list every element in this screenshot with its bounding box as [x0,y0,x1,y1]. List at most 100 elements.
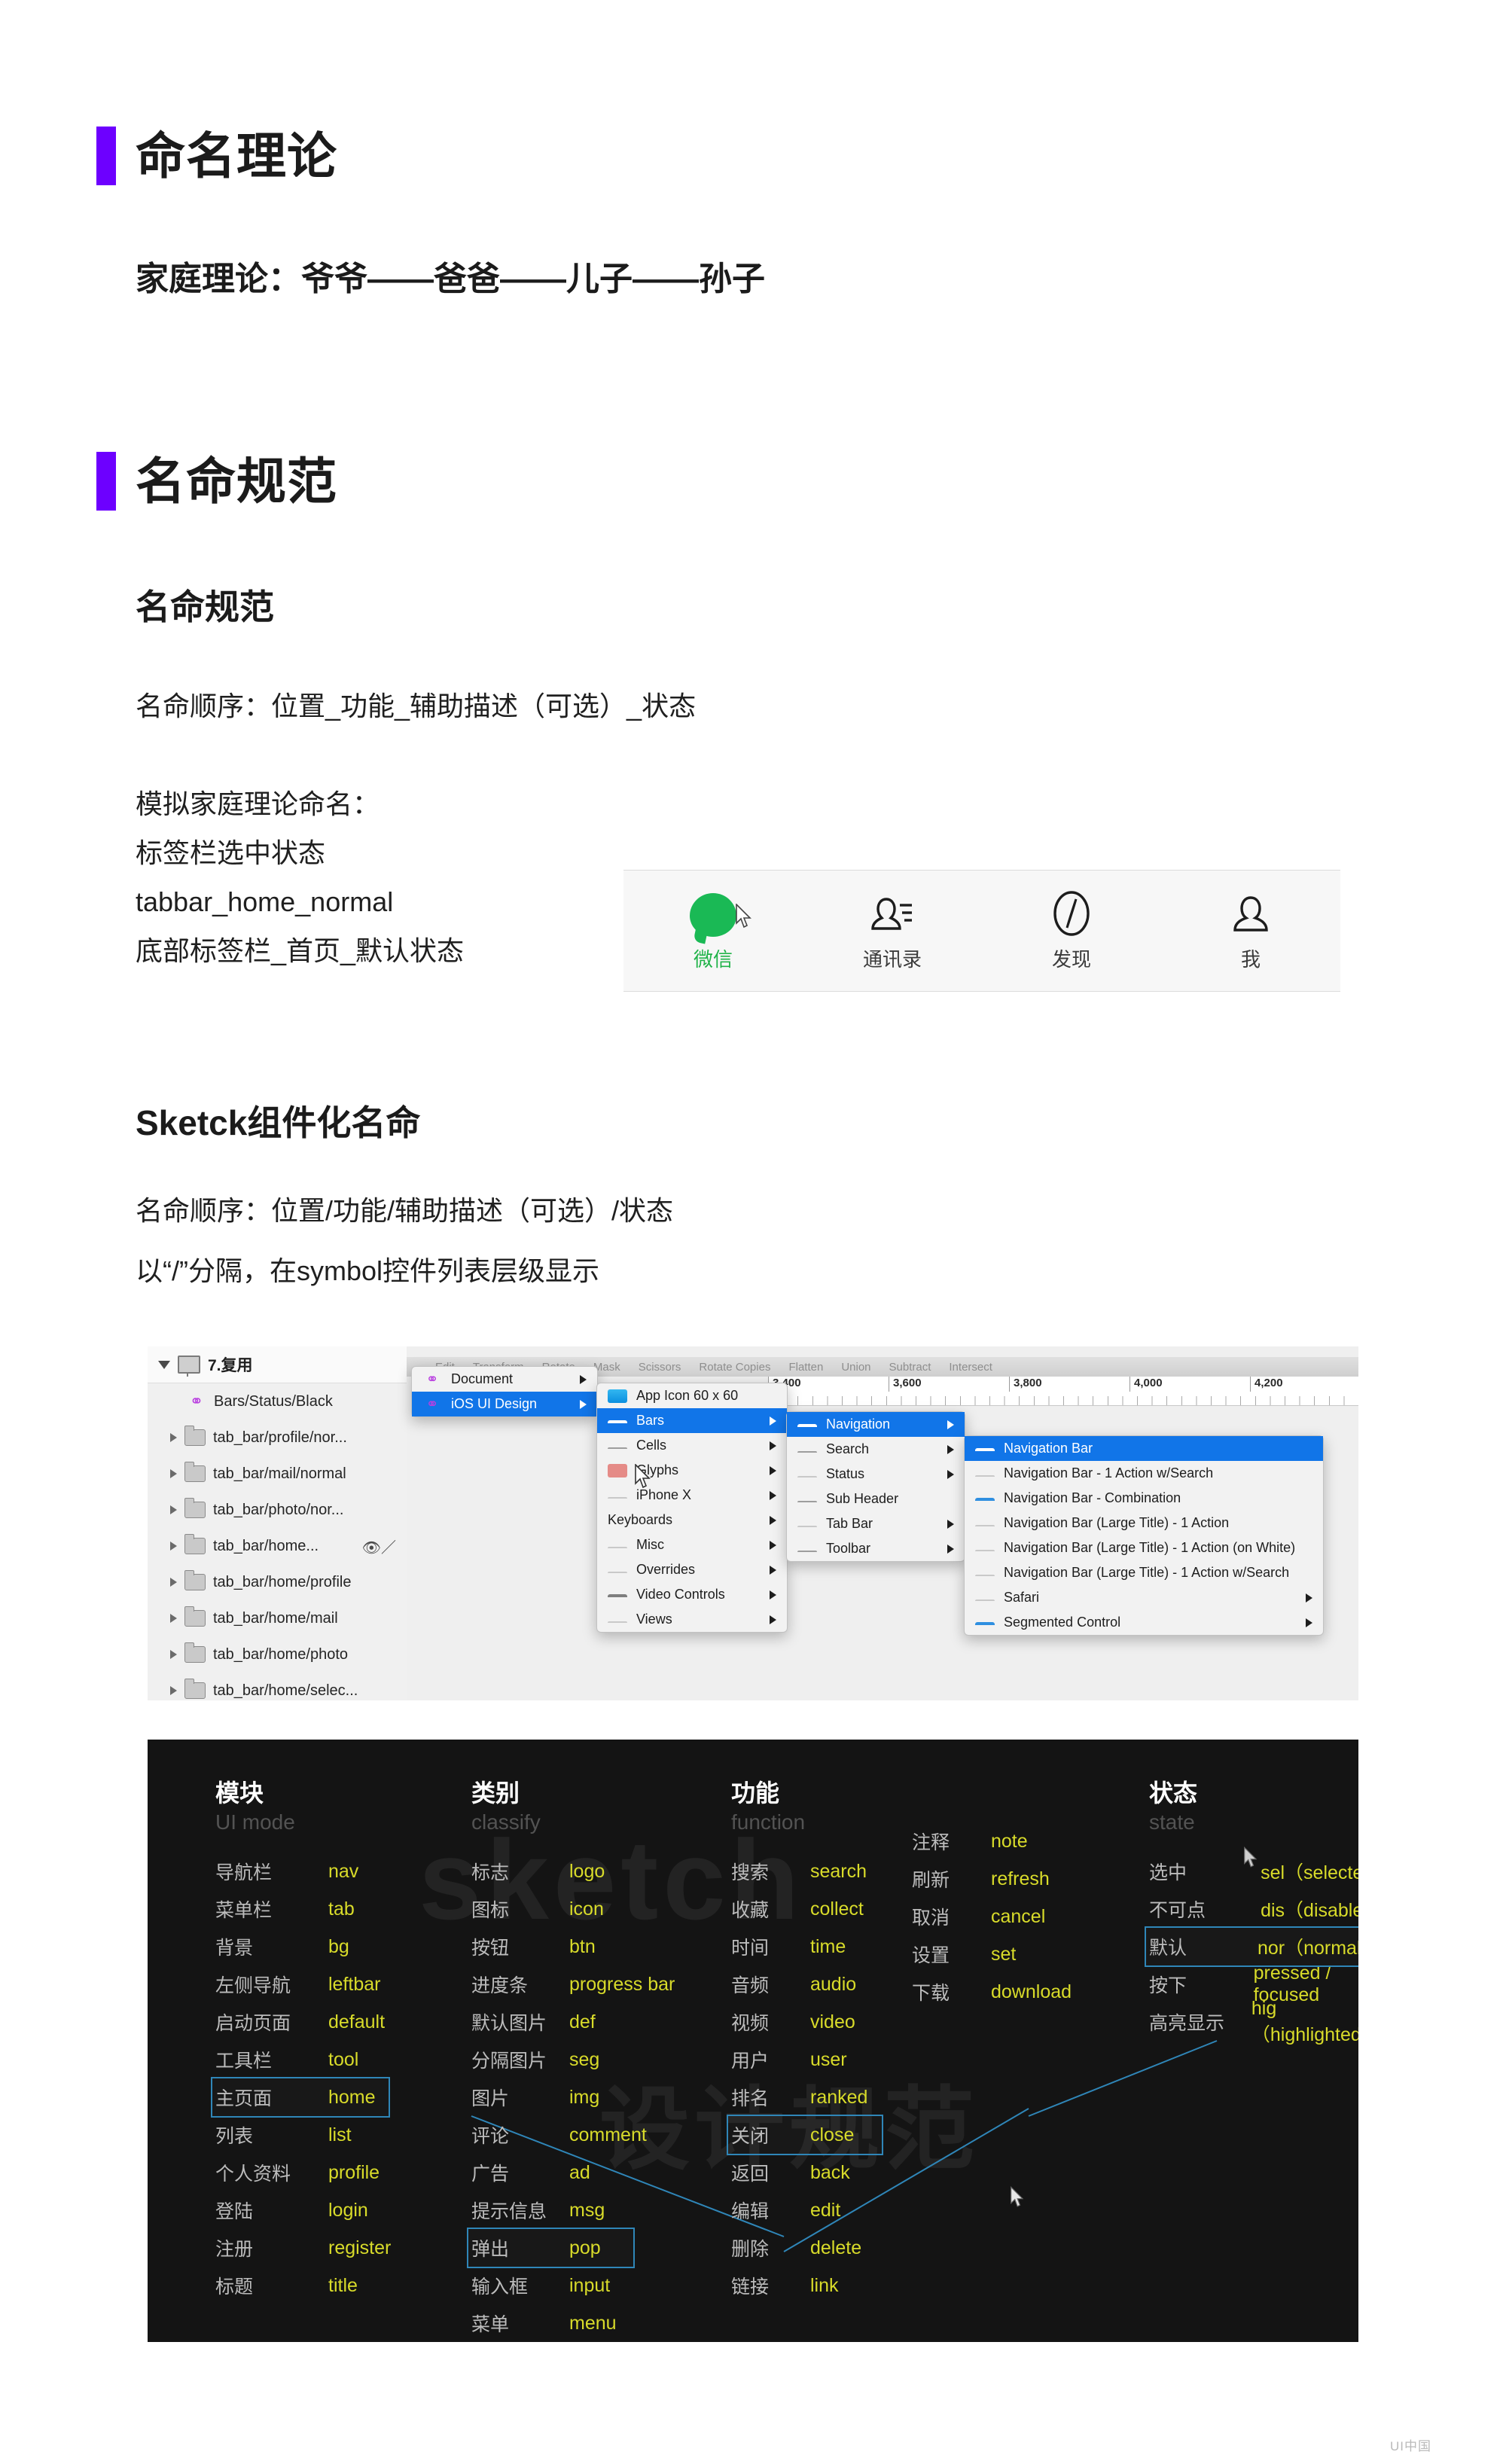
hidden-eye-icon[interactable]: 👁／ [362,1535,396,1557]
symbol-link-icon: ⚭ [425,1396,439,1413]
term-en: btn [569,1935,596,1957]
menu-item-label: Overrides [636,1562,696,1577]
folder-icon [184,1426,206,1446]
term-cn: 取消 [912,1907,950,1929]
glossary-row: 启动页面 default [215,2003,391,2041]
toolbar-item-scissors[interactable]: Scissors [630,1361,691,1374]
toolbar-item-union[interactable]: Union [832,1361,880,1374]
layer-row[interactable]: tab_bar/home/photo [148,1636,407,1673]
menu-item-search[interactable]: Search [787,1437,965,1462]
tabbar-item-discover[interactable]: 发现 [982,890,1161,972]
menu-item-document[interactable]: ⚭ Document [412,1367,597,1392]
tabbar-item-me[interactable]: 我 [1161,890,1340,972]
menu-item-label: Cells [636,1438,667,1453]
section-title-naming-spec: 名命规范 [136,453,337,509]
chevron-right-icon [770,1565,776,1575]
term-cn: 按钮 [471,1938,510,1959]
subsection-title-naming-spec: 名命规范 [136,587,274,627]
menu-item-misc[interactable]: Misc [597,1532,787,1557]
chevron-right-icon[interactable] [170,1650,177,1659]
layer-row[interactable]: tab_bar/mail/normal [148,1456,407,1492]
chevron-right-icon [947,1519,954,1529]
menu-item-sub-header[interactable]: Sub Header [787,1487,965,1511]
term-en: edit [810,2199,841,2221]
toolbar-item-flatten[interactable]: Flatten [779,1361,832,1374]
chevron-right-icon[interactable] [170,1578,177,1587]
menu-item-ios-ui-design[interactable]: ⚭ iOS UI Design [412,1392,597,1416]
menu-item-nav-combination[interactable]: Navigation Bar - Combination [965,1486,1323,1511]
layer-row[interactable]: tab_bar/home/selec... [148,1673,407,1700]
contacts-icon [868,890,916,937]
menu-item-nav-large-1action-white[interactable]: Navigation Bar (Large Title) - 1 Action … [965,1535,1323,1560]
iphonex-thumb [608,1496,627,1500]
chevron-right-icon [580,1374,587,1384]
column-head: 状态 [1149,1779,1198,1807]
menu-item-iphone-x[interactable]: iPhone X [597,1483,787,1508]
layer-row[interactable]: tab_bar/home... 👁／ [148,1528,407,1564]
menu-item-cells[interactable]: Cells [597,1433,787,1458]
glossary-row: 删除 delete [731,2229,882,2267]
glossary-row: 设置 set [912,1935,1072,1973]
artboard-icon [178,1356,200,1377]
navigation-thumb [797,1424,817,1430]
menu-item-views[interactable]: Views [597,1607,787,1632]
sketch-menu-navigation-variants: Navigation Bar Navigation Bar - 1 Action… [964,1435,1324,1636]
menu-item-bars[interactable]: Bars [597,1408,787,1433]
menu-item-keyboards[interactable]: Keyboards [597,1508,787,1532]
menu-item-status[interactable]: Status [787,1462,965,1487]
sketch-order-line: 名命顺序：位置/功能/辅助描述（可选）/状态 [136,1195,674,1226]
chevron-right-icon[interactable] [170,1469,177,1478]
bars-thumb [608,1420,627,1426]
chevron-down-icon[interactable] [158,1360,170,1369]
term-en: refresh [991,1868,1050,1889]
layer-row[interactable]: tab_bar/profile/nor... [148,1420,407,1456]
toolbar-item-subtract[interactable]: Subtract [880,1361,940,1374]
menu-item-glyphs[interactable]: Glyphs [597,1458,787,1483]
term-cn: 关闭 [731,2126,770,2147]
chevron-right-icon[interactable] [170,1433,177,1442]
menu-item-overrides[interactable]: Overrides [597,1557,787,1582]
layer-row[interactable]: tab_bar/home/mail [148,1600,407,1636]
glossary-column-function: 功能 function 搜索 search 收藏 collect 时间 time 音频… [727,1774,883,2304]
glossary-row: 取消 cancel [912,1898,1072,1935]
term-cn: 工具栏 [215,2051,273,2072]
chevron-right-icon[interactable] [170,1542,177,1551]
term-cn: 不可点 [1149,1900,1206,1921]
glossary-row: 按钮 btn [471,1928,675,1965]
menu-item-tab-bar[interactable]: Tab Bar [787,1511,965,1536]
cells-thumb [608,1447,627,1450]
person-icon [1230,890,1271,937]
term-cn: 注册 [215,2239,254,2260]
menu-item-navigation-bar[interactable]: Navigation Bar [965,1436,1323,1461]
menu-item-video-controls[interactable]: Video Controls [597,1582,787,1607]
menu-item-app-icon[interactable]: App Icon 60 x 60 [597,1383,787,1408]
layer-row[interactable]: tab_bar/photo/nor... [148,1492,407,1528]
chevron-right-icon[interactable] [170,1614,177,1623]
term-cn: 分隔图片 [471,2051,547,2072]
menu-item-nav-large-1action[interactable]: Navigation Bar (Large Title) - 1 Action [965,1511,1323,1535]
status-thumb [797,1475,817,1479]
tabbar-label-wechat: 微信 [693,947,733,971]
menu-item-toolbar[interactable]: Toolbar [787,1536,965,1561]
nav-variant-thumb [975,1574,995,1578]
layer-row[interactable]: tab_bar/home/profile [148,1564,407,1600]
chevron-right-icon [770,1615,776,1624]
term-cn: 图标 [471,1900,510,1921]
menu-item-navigation[interactable]: Navigation [787,1412,965,1437]
menu-item-label: Video Controls [636,1587,725,1602]
menu-item-safari[interactable]: Safari [965,1585,1323,1610]
toolbar-item-intersect[interactable]: Intersect [940,1361,1001,1374]
example-intro: 模拟家庭理论命名： [136,788,380,819]
tabbar-item-contacts[interactable]: 通讯录 [803,890,982,972]
tabbar-item-wechat[interactable]: 微信 [623,890,803,972]
chevron-right-icon[interactable] [170,1686,177,1695]
layers-artboard-row[interactable]: 7.复用 [148,1346,407,1383]
menu-item-nav-large-1action-search[interactable]: Navigation Bar (Large Title) - 1 Action … [965,1560,1323,1585]
menu-item-nav-1action-search[interactable]: Navigation Bar - 1 Action w/Search [965,1461,1323,1486]
chevron-right-icon[interactable] [170,1505,177,1514]
layer-row[interactable]: ⚭ Bars/Status/Black [148,1383,407,1420]
app-icon-thumb [608,1389,627,1403]
menu-item-segmented-control[interactable]: Segmented Control [965,1610,1323,1635]
glossary-row: 注册 register [215,2229,391,2267]
toolbar-item-rotate-copies[interactable]: Rotate Copies [690,1361,779,1374]
